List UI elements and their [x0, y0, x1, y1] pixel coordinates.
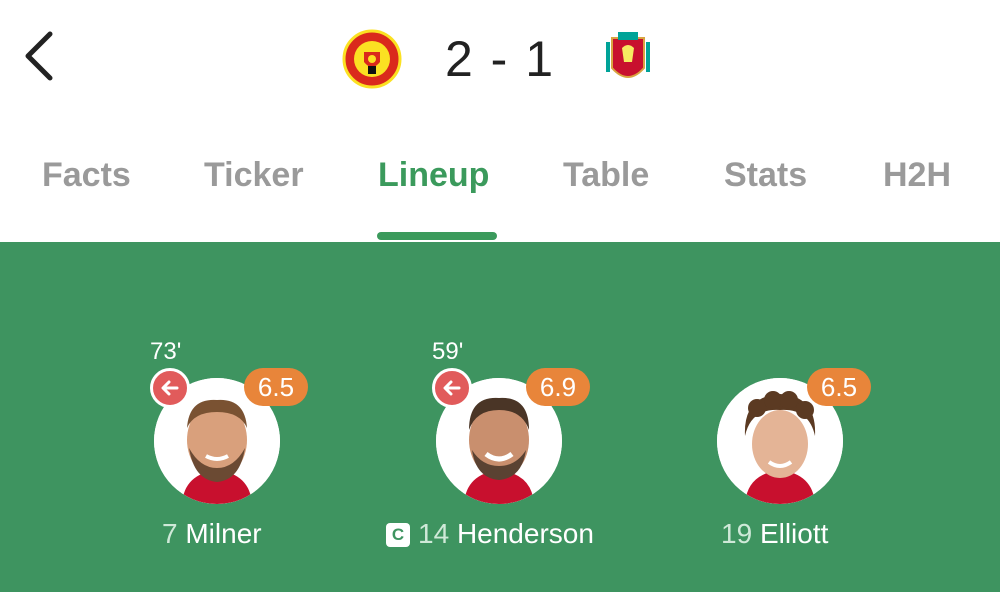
player-name: Henderson [456, 518, 594, 549]
substituted-off-icon [432, 368, 472, 408]
player-number: 19 [721, 518, 753, 549]
player-name: Elliott [759, 518, 829, 549]
player-rating: 6.5 [807, 368, 871, 406]
tab-lineup[interactable]: Lineup [378, 156, 489, 195]
player-label: 7 Milner [162, 518, 262, 550]
liverpool-crest-icon[interactable] [598, 28, 658, 90]
tab-stats[interactable]: Stats [724, 156, 807, 195]
tab-ticker[interactable]: Ticker [204, 156, 304, 195]
player-label: 19 Elliott [721, 518, 828, 550]
lineup-pitch: 73' 6.5 7 Milner 59' 6.9 C 14 Henderson … [0, 242, 1000, 592]
player-card[interactable]: 6.5 19 Elliott [631, 242, 931, 592]
player-rating: 6.9 [526, 368, 590, 406]
back-button[interactable] [18, 26, 62, 86]
player-rating: 6.5 [244, 368, 308, 406]
player-name: Milner [185, 518, 262, 549]
match-header: 2 - 1 [0, 0, 1000, 120]
match-tabs: Facts Ticker Lineup Table Stats H2H [0, 140, 1000, 240]
captain-badge: C [386, 523, 410, 547]
player-card[interactable]: 73' 6.5 7 Milner [68, 242, 368, 592]
player-label: C 14 Henderson [386, 518, 594, 550]
player-number: 14 [418, 518, 450, 549]
active-tab-indicator [377, 232, 497, 240]
substituted-off-icon [150, 368, 190, 408]
manchester-united-crest-icon[interactable] [342, 28, 402, 90]
substitution-time: 59' [432, 338, 464, 365]
tab-table[interactable]: Table [563, 156, 649, 195]
chevron-left-icon [25, 31, 53, 81]
player-number: 7 [162, 518, 178, 549]
tab-h2h[interactable]: H2H [883, 156, 951, 195]
player-card[interactable]: 59' 6.9 C 14 Henderson [350, 242, 650, 592]
match-score: 2 - 1 [444, 31, 556, 87]
tab-facts[interactable]: Facts [42, 156, 131, 195]
substitution-time: 73' [150, 338, 182, 365]
